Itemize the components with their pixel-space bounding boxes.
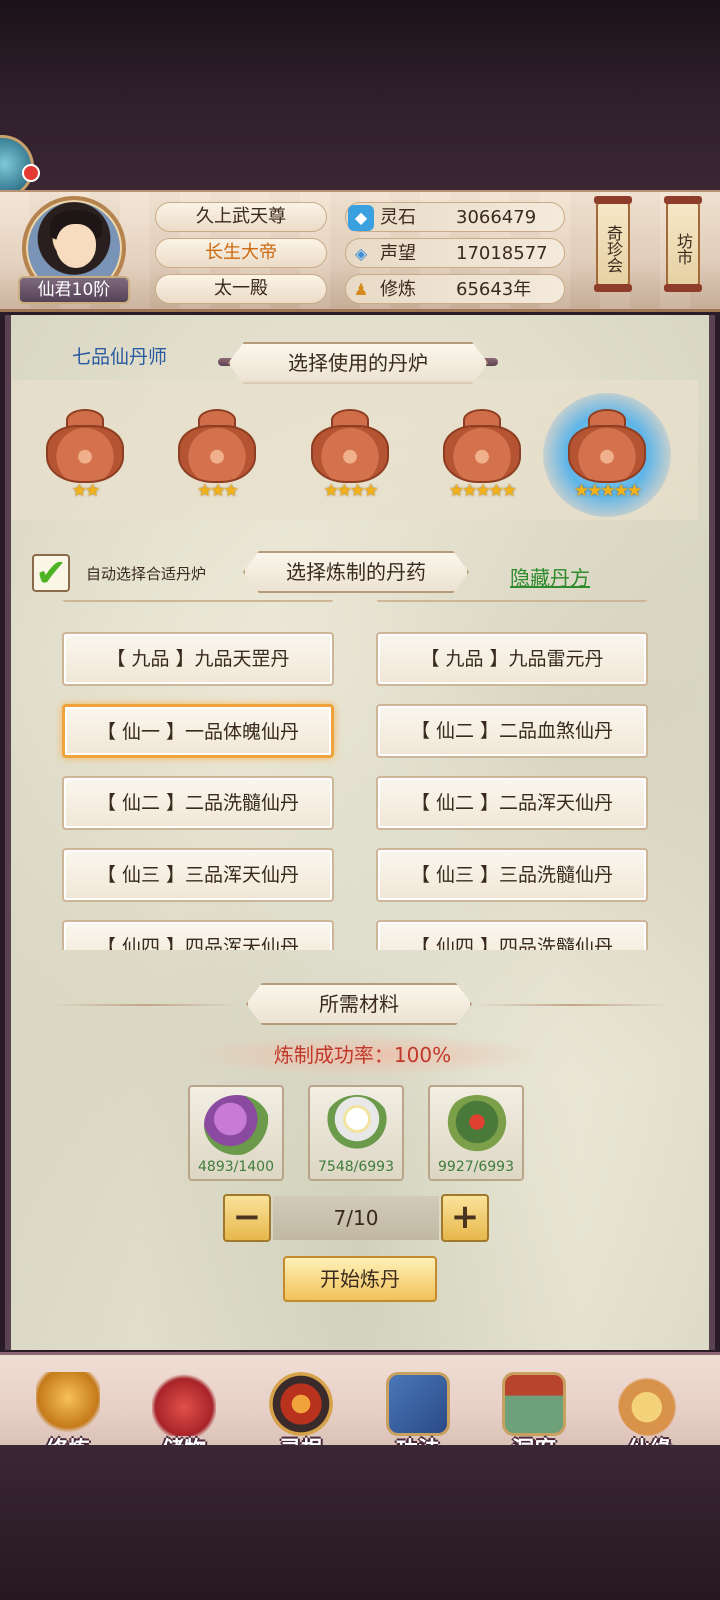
furnace-4[interactable]: ★★★★★ xyxy=(437,405,527,501)
pill-item[interactable]: 【 九品 】九品天罡丹 xyxy=(62,632,334,686)
material-slot-3[interactable]: 9927/6993 xyxy=(428,1085,524,1181)
furnace-icon xyxy=(443,425,521,483)
treasure-fair-button[interactable]: 奇珍会 xyxy=(594,196,632,292)
bottom-background xyxy=(0,1445,720,1600)
pill-item[interactable]: 【 九品 】九品雷元丹 xyxy=(376,632,648,686)
red-flower-herb-icon xyxy=(444,1095,510,1155)
immortal-fate-icon xyxy=(618,1372,682,1436)
material-slot-1[interactable]: 4893/1400 xyxy=(188,1085,284,1181)
storage-bag-icon xyxy=(152,1372,216,1436)
auto-select-label: 自动选择合适丹炉 xyxy=(86,565,207,583)
prestige-icon: ◈ xyxy=(354,244,368,263)
star-rating: ★★★★ xyxy=(323,481,379,501)
purple-herb-icon xyxy=(204,1095,270,1155)
notification-dot xyxy=(22,164,40,182)
spirit-root-icon xyxy=(269,1372,333,1436)
auto-select-checkbox[interactable]: ✔ xyxy=(32,554,70,592)
hide-recipe-link[interactable]: 隐藏丹方 xyxy=(510,562,590,591)
decrease-button[interactable]: − xyxy=(223,1194,271,1242)
cave-mansion-icon xyxy=(502,1372,566,1436)
furnace-icon xyxy=(178,425,256,483)
pill-item[interactable]: 【 仙二 】二品血煞仙丹 xyxy=(376,704,648,758)
material-slot-2[interactable]: 7548/6993 xyxy=(308,1085,404,1181)
white-lily-icon xyxy=(324,1095,390,1155)
title-3[interactable]: 太一殿 xyxy=(155,274,327,304)
quantity-field[interactable]: 7/10 xyxy=(273,1196,439,1240)
stat-cultivation: ♟ 修炼 65643年 xyxy=(345,274,565,304)
star-rating: ★★★★★ xyxy=(448,481,517,501)
pill-item[interactable]: 【 仙三 】三品洗髓仙丹 xyxy=(376,848,648,902)
pill-item-selected[interactable]: 【 仙一 】一品体魄仙丹 xyxy=(62,704,334,758)
title-2[interactable]: 长生大帝 xyxy=(155,238,327,268)
furnace-banner: 选择使用的丹炉 xyxy=(228,342,488,384)
success-rate: 炼制成功率：100% xyxy=(195,1035,530,1075)
stat-spirit-stone: ◆ 灵石 3066479 xyxy=(345,202,565,232)
star-rating: ★★★★★ xyxy=(573,481,642,501)
rank-badge: 仙君10阶 xyxy=(18,276,130,304)
start-alchemy-button[interactable]: 开始炼丹 xyxy=(283,1256,437,1302)
pill-list[interactable]: 【 九品 】九品天罡丹 【 九品 】九品雷元丹 【 仙一 】一品体魄仙丹 【 仙… xyxy=(50,600,664,950)
furnace-3[interactable]: ★★★★ xyxy=(305,405,395,501)
pill-banner: 选择炼制的丹药 xyxy=(243,551,469,593)
spirit-stone-icon: ◆ xyxy=(348,205,374,231)
pill-item[interactable]: 【 仙二 】二品洗髓仙丹 xyxy=(62,776,334,830)
cultivation-icon: ♟ xyxy=(353,280,369,299)
market-button[interactable]: 坊市 xyxy=(664,196,702,292)
increase-button[interactable]: + xyxy=(441,1194,489,1242)
furnace-2[interactable]: ★★★ xyxy=(172,405,262,501)
furnace-icon xyxy=(46,425,124,483)
furnace-5-selected[interactable]: ★★★★★ xyxy=(562,405,652,501)
pill-item[interactable]: 【 仙四 】四品浑天仙丹 xyxy=(62,920,334,950)
materials-banner: 所需材料 xyxy=(246,983,472,1025)
top-background xyxy=(0,0,720,195)
furnace-icon xyxy=(311,425,389,483)
furnace-icon xyxy=(568,425,646,483)
pill-item[interactable]: 【 仙四 】四品洗髓仙丹 xyxy=(376,920,648,950)
stat-prestige: ◈ 声望 17018577 xyxy=(345,238,565,268)
alchemist-rank: 七品仙丹师 xyxy=(72,346,168,368)
star-rating: ★★★ xyxy=(197,481,239,501)
cultivate-icon xyxy=(36,1372,100,1436)
pill-item[interactable]: 【 仙二 】二品浑天仙丹 xyxy=(376,776,648,830)
title-1[interactable]: 久上武天尊 xyxy=(155,202,327,232)
technique-book-icon xyxy=(386,1372,450,1436)
furnace-1[interactable]: ★★ xyxy=(40,405,130,501)
star-rating: ★★ xyxy=(71,481,100,501)
pill-item[interactable]: 【 仙三 】三品浑天仙丹 xyxy=(62,848,334,902)
